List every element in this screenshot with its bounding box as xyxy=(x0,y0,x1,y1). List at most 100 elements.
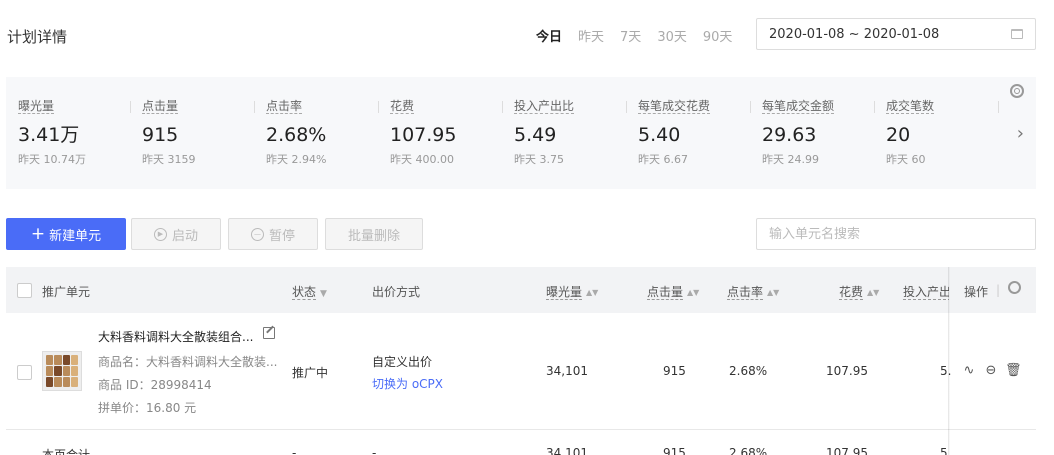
ctr-total: 2.68% xyxy=(729,446,768,455)
date-range-picker[interactable]: 2020-01-08 ~ 2020-01-08 xyxy=(756,18,1036,50)
date-range-value: 2020-01-08 ~ 2020-01-08 xyxy=(769,26,940,42)
divider xyxy=(130,101,131,113)
pause-icon: — xyxy=(250,227,264,241)
tab-today[interactable]: 今日 xyxy=(536,26,562,45)
metric-cost-per-order: 每笔成交花费 5.40 昨天 6.67 xyxy=(638,99,762,167)
chevron-right-icon[interactable]: › xyxy=(1017,123,1024,144)
metric-roi: 投入产出比 5.49 昨天 3.75 xyxy=(514,99,638,167)
column-roi-label: 投入产出 xyxy=(903,285,949,300)
edit-icon[interactable] xyxy=(263,327,275,339)
metric-label[interactable]: 花费 xyxy=(390,99,415,114)
product-thumbnail xyxy=(42,351,82,391)
switch-ocpx-link[interactable]: 切换为 oCPX xyxy=(372,375,443,392)
metric-cost: 花费 107.95 昨天 400.00 xyxy=(390,99,514,167)
table-row: 大料香料调料大全散装组合... 商品名：大料香料调料大全散装... 商品 ID：… xyxy=(6,313,1036,430)
metric-value: 29.63 xyxy=(762,124,817,146)
metric-label[interactable]: 曝光量 xyxy=(18,99,55,114)
metric-amount-per-order: 每笔成交金额 29.63 昨天 24.99 xyxy=(762,99,886,167)
pause-button[interactable]: — 暂停 xyxy=(228,218,318,250)
divider xyxy=(998,101,999,113)
column-status[interactable]: 状态 ▼ xyxy=(292,283,327,300)
divider xyxy=(502,101,503,113)
chart-icon[interactable]: ∿ xyxy=(961,363,977,378)
pause-label: 暂停 xyxy=(268,228,295,244)
column-cost-label: 花费 xyxy=(839,285,864,300)
metric-yesterday: 昨天 3.75 xyxy=(514,153,564,166)
new-unit-button[interactable]: + 新建单元 xyxy=(6,218,126,250)
column-status-label: 状态 xyxy=(292,285,317,300)
metric-value: 20 xyxy=(886,124,911,146)
product-title[interactable]: 大料香料调料大全散装组合... xyxy=(98,328,253,345)
impressions-total: 34,101 xyxy=(546,446,588,455)
cost-total: 107.95 xyxy=(826,446,868,455)
metric-value: 107.95 xyxy=(390,124,457,146)
column-impressions-label: 曝光量 xyxy=(546,285,583,300)
metric-label[interactable]: 每笔成交金额 xyxy=(762,99,835,114)
column-clicks-label: 点击量 xyxy=(647,285,684,300)
metric-yesterday: 昨天 2.94% xyxy=(266,153,327,166)
tab-30-days[interactable]: 30天 xyxy=(657,26,687,45)
trash-icon[interactable]: 🗑 xyxy=(1005,363,1022,378)
unit-search-input[interactable] xyxy=(756,218,1036,250)
impressions-value: 34,101 xyxy=(546,364,588,378)
roi-total: 5 xyxy=(940,446,948,455)
select-all-checkbox[interactable] xyxy=(17,283,32,298)
tab-90-days[interactable]: 90天 xyxy=(703,26,733,45)
column-ctr-label: 点击率 xyxy=(727,285,764,300)
metric-label[interactable]: 每笔成交花费 xyxy=(638,99,711,114)
metric-label[interactable]: 投入产出比 xyxy=(514,99,575,114)
clicks-total: 915 xyxy=(663,446,686,455)
metric-value: 2.68% xyxy=(266,124,327,146)
column-ctr[interactable]: 点击率 ▲▼ xyxy=(727,283,779,300)
metric-yesterday: 昨天 10.74万 xyxy=(18,153,86,166)
column-clicks[interactable]: 点击量 ▲▼ xyxy=(647,283,699,300)
calendar-icon xyxy=(1011,29,1023,39)
row-checkbox[interactable] xyxy=(17,365,32,380)
metric-yesterday: 昨天 24.99 xyxy=(762,153,819,166)
divider xyxy=(378,101,379,113)
metric-yesterday: 昨天 3159 xyxy=(142,153,196,166)
tab-7-days[interactable]: 7天 xyxy=(620,26,641,45)
metric-label[interactable]: 成交笔数 xyxy=(886,99,935,114)
column-cost[interactable]: 花费 ▲▼ xyxy=(839,283,879,300)
bid-method-total: - xyxy=(372,446,377,455)
page-total-label: 本页合计 xyxy=(42,448,91,455)
sort-icon[interactable]: ▲▼ xyxy=(586,288,598,297)
table-header: 推广单元 状态 ▼ 出价方式 曝光量 ▲▼ 点击量 ▲▼ 点击率 ▲▼ 花费 ▲▼ 投入产… xyxy=(6,267,1036,313)
metric-impressions: 曝光量 3.41万 昨天 10.74万 xyxy=(18,99,142,167)
table-settings-gear-icon[interactable] xyxy=(1008,281,1021,294)
status-total: - xyxy=(292,446,297,455)
cost-value: 107.95 xyxy=(826,364,868,378)
start-button[interactable]: ▶ 启动 xyxy=(131,218,221,250)
plus-icon: + xyxy=(30,223,46,244)
ctr-value: 2.68% xyxy=(729,364,768,378)
metric-value: 5.49 xyxy=(514,124,557,146)
column-roi[interactable]: 投入产出 xyxy=(903,283,949,300)
metric-value: 915 xyxy=(142,124,179,146)
filter-icon[interactable]: ▼ xyxy=(320,289,327,299)
sort-icon[interactable]: ▲▼ xyxy=(767,288,779,297)
start-label: 启动 xyxy=(171,228,198,244)
page-total-row: 本页合计 - - 34,101 915 2.68% 107.95 5 xyxy=(6,446,1036,455)
metric-yesterday: 昨天 60 xyxy=(886,153,926,166)
clicks-value: 915 xyxy=(663,364,686,378)
column-impressions[interactable]: 曝光量 ▲▼ xyxy=(546,283,598,300)
tab-yesterday[interactable]: 昨天 xyxy=(578,26,604,45)
sort-icon[interactable]: ▲▼ xyxy=(687,288,699,297)
metrics-panel: 曝光量 3.41万 昨天 10.74万 点击量 915 昨天 3159 点击率 … xyxy=(6,77,1036,189)
metric-label[interactable]: 点击量 xyxy=(142,99,179,114)
sticky-column-shadow xyxy=(948,267,950,455)
metrics-settings-gear-icon[interactable] xyxy=(1010,84,1024,98)
batch-delete-button[interactable]: 批量删除 xyxy=(325,218,423,250)
status-text: 推广中 xyxy=(292,366,329,380)
product-name: 商品名：大料香料调料大全散装... xyxy=(98,355,278,369)
sort-icon[interactable]: ▲▼ xyxy=(867,288,879,297)
metric-label[interactable]: 点击率 xyxy=(266,99,303,114)
column-ops: 操作 xyxy=(964,285,989,299)
column-bid-method: 出价方式 xyxy=(372,285,421,299)
divider xyxy=(874,101,875,113)
date-range-tabs: 今日 昨天 7天 30天 90天 xyxy=(536,26,748,45)
metric-orders: 成交笔数 20 昨天 60 xyxy=(886,99,1010,167)
pause-circle-icon[interactable]: ⊖ xyxy=(983,363,999,378)
metric-yesterday: 昨天 400.00 xyxy=(390,153,454,166)
